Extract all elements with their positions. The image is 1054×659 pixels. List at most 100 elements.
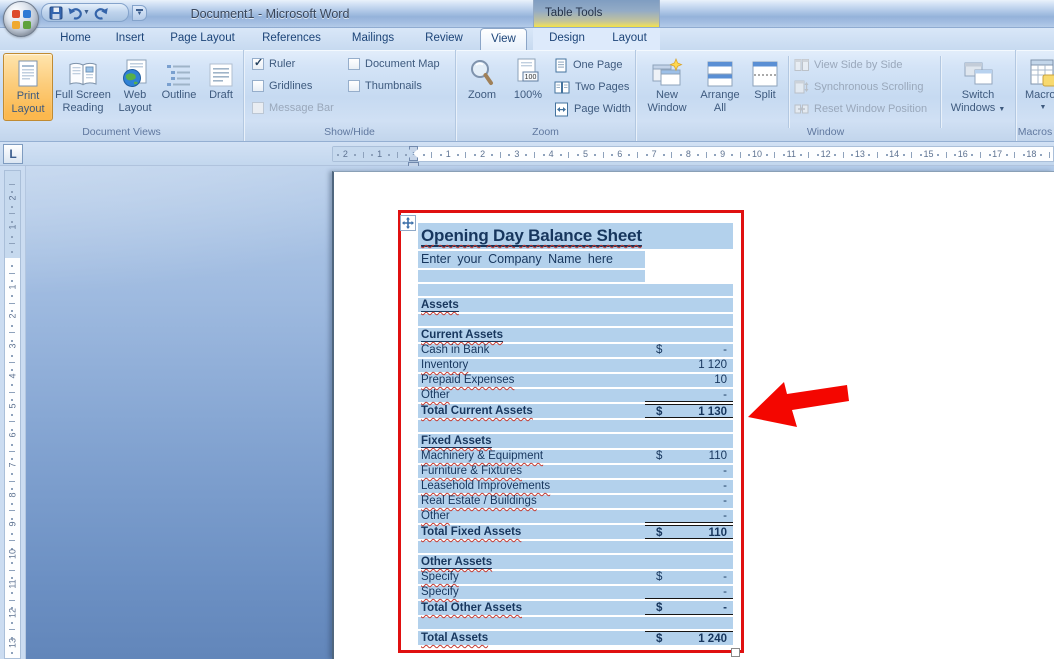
two-pages-button[interactable]: Two Pages [554,78,629,96]
table-row[interactable]: Machinery & Equipment$110 [418,450,733,463]
amount-cell[interactable] [645,617,733,629]
table-row[interactable]: Total Fixed Assets$110 [418,525,733,539]
row-label-cell[interactable] [418,541,645,553]
row-label-cell[interactable]: Inventory [418,359,645,372]
tab-design[interactable]: Design [537,28,597,50]
row-label-cell[interactable]: Furniture & Fixtures [418,465,645,478]
row-label-cell[interactable]: Specify [418,571,645,584]
switch-windows-button[interactable]: Switch Windows ▼ [946,53,1010,121]
amount-cell[interactable]: - [645,495,733,508]
amount-cell[interactable] [645,555,733,569]
amount-cell[interactable]: $- [645,344,733,357]
amount-cell[interactable]: $1 130 [645,404,733,418]
table-row[interactable]: Other- [418,510,733,523]
row-label-cell[interactable]: Cash in Bank [418,344,645,357]
table-row[interactable]: Leasehold Improvements- [418,480,733,493]
tab-layout[interactable]: Layout [600,28,659,50]
table-row[interactable]: Other Assets [418,555,733,569]
row-label-cell[interactable]: Current Assets [418,328,645,342]
checkbox-document-map[interactable]: Document Map [348,56,440,72]
row-label-cell[interactable]: Total Assets [418,631,645,645]
split-button[interactable]: Split [746,53,784,121]
amount-cell[interactable]: - [645,510,733,523]
table-row[interactable]: Current Assets [418,328,733,342]
undo-button[interactable]: ▼ [66,4,91,21]
row-label-cell[interactable]: Total Other Assets [418,601,645,615]
amount-cell[interactable]: $1 240 [645,631,733,645]
row-label-cell[interactable]: Assets [418,298,645,312]
row-label-cell[interactable] [418,314,645,326]
table-row[interactable] [418,541,733,553]
amount-cell[interactable] [645,284,733,296]
amount-cell[interactable] [645,420,733,432]
tab-review[interactable]: Review [412,28,476,50]
amount-cell[interactable] [645,434,733,448]
table-row[interactable]: Prepaid Expenses10 [418,374,733,387]
table-row[interactable] [418,420,733,432]
table-row[interactable]: Furniture & Fixtures- [418,465,733,478]
row-label-cell[interactable] [418,284,645,296]
amount-cell[interactable]: - [645,465,733,478]
table-row[interactable]: Specify- [418,586,733,599]
table-row[interactable]: Fixed Assets [418,434,733,448]
amount-cell[interactable] [645,298,733,312]
row-label-cell[interactable] [418,270,645,282]
amount-cell[interactable] [645,541,733,553]
row-label-cell[interactable]: Other [418,389,645,402]
table-resize-handle[interactable] [731,648,740,657]
outline-button[interactable]: Outline [158,53,200,121]
checkbox-thumbnails[interactable]: Thumbnails [348,78,422,94]
amount-cell[interactable]: - [645,480,733,493]
amount-cell[interactable]: $110 [645,450,733,463]
table-row[interactable]: Total Current Assets$1 130 [418,404,733,418]
amount-cell[interactable] [645,251,733,268]
row-label-cell[interactable]: Real Estate / Buildings [418,495,645,508]
office-button[interactable] [3,1,39,37]
row-label-cell[interactable]: Other Assets [418,555,645,569]
save-button[interactable] [48,4,64,21]
row-label-cell[interactable]: Specify [418,586,645,599]
tab-view[interactable]: View [480,28,527,50]
row-label-cell[interactable] [418,420,645,432]
amount-cell[interactable]: $- [645,601,733,615]
table-row[interactable]: Real Estate / Buildings- [418,495,733,508]
web-layout-button[interactable]: Web Layout [113,53,157,121]
amount-cell[interactable] [645,223,733,249]
amount-cell[interactable] [645,270,733,282]
tab-insert[interactable]: Insert [104,28,156,50]
table-row[interactable] [418,284,733,296]
table-row[interactable]: Assets [418,298,733,312]
tab-home[interactable]: Home [51,28,100,50]
row-label-cell[interactable]: Other [418,510,645,523]
page-width-button[interactable]: Page Width [554,100,631,118]
amount-cell[interactable]: - [645,586,733,599]
draft-button[interactable]: Draft [201,53,241,121]
macros-button[interactable]: Macros ▼ [1020,53,1054,121]
table-row[interactable]: Inventory1 120 [418,359,733,372]
print-layout-button[interactable]: Print Layout [3,53,53,121]
tab-references[interactable]: References [249,28,334,50]
one-page-button[interactable]: One Page [554,56,623,74]
amount-cell[interactable]: - [645,389,733,402]
table-row[interactable]: Specify$- [418,571,733,584]
table-row[interactable]: Enter your Company Name here [418,251,733,268]
row-label-cell[interactable]: Opening Day Balance Sheet [418,223,645,249]
table-row[interactable]: Opening Day Balance Sheet [418,223,733,249]
tab-page-layout[interactable]: Page Layout [160,28,245,50]
tab-selector-button[interactable]: L [3,144,23,164]
table-row[interactable] [418,314,733,326]
amount-cell[interactable]: 10 [645,374,733,387]
row-label-cell[interactable]: Fixed Assets [418,434,645,448]
zoom-100-button[interactable]: 100 100% [506,53,550,121]
amount-cell[interactable]: $- [645,571,733,584]
table-row[interactable]: Total Other Assets$- [418,601,733,615]
table-row[interactable]: Cash in Bank$- [418,344,733,357]
row-label-cell[interactable] [418,617,645,629]
table-row[interactable]: Other- [418,389,733,402]
amount-cell[interactable]: 1 120 [645,359,733,372]
arrange-all-button[interactable]: Arrange All [694,53,746,121]
amount-cell[interactable] [645,328,733,342]
row-label-cell[interactable]: Leasehold Improvements [418,480,645,493]
table-row[interactable]: Total Assets$1 240 [418,631,733,645]
table-selection-border[interactable]: Opening Day Balance Sheet Enter your Comp… [398,210,744,653]
